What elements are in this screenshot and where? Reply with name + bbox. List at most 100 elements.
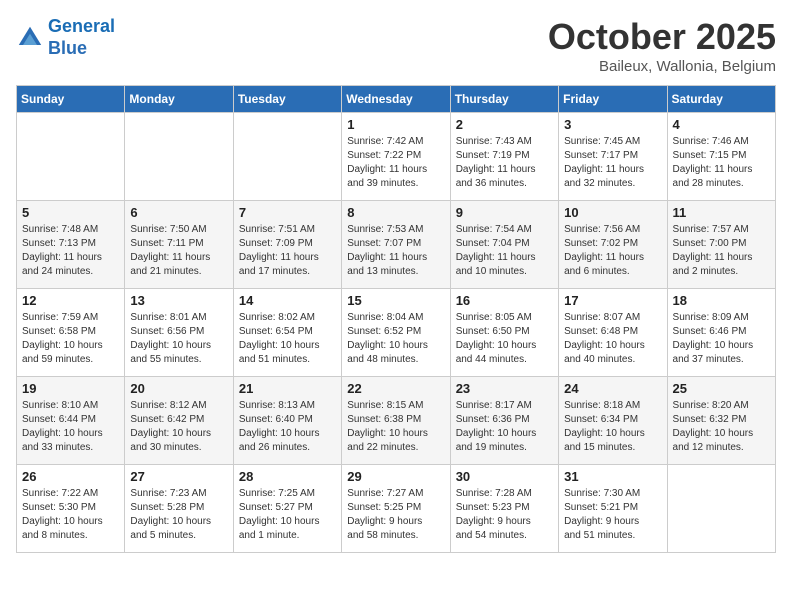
calendar-cell: 20 Sunrise: 8:12 AM Sunset: 6:42 PM Dayli… [125,377,233,465]
day-info: Sunrise: 7:46 AM Sunset: 7:15 PM Dayligh… [673,135,770,191]
calendar-cell: 17Sunrise: 8:07 AM Sunset: 6:48 PM Dayli… [559,289,667,377]
day-number: 5 [22,205,119,220]
calendar-cell: 14 Sunrise: 8:02 AM Sunset: 6:54 PM Dayli… [233,289,341,377]
day-number: 22 [347,381,444,396]
calendar-cell: 9 Sunrise: 7:54 AM Sunset: 7:04 PM Daylig… [450,201,558,289]
day-number: 10 [564,205,661,220]
calendar-cell: 13 Sunrise: 8:01 AM Sunset: 6:56 PM Dayli… [125,289,233,377]
calendar-cell: 2Sunrise: 7:43 AM Sunset: 7:19 PM Daylig… [450,113,558,201]
day-info: Sunrise: 8:18 AM Sunset: 6:34 PM Dayligh… [564,399,661,455]
calendar-cell: 30Sunrise: 7:28 AM Sunset: 5:23 PM Dayli… [450,465,558,553]
weekday-header: Tuesday [233,86,341,113]
calendar-cell: 25 Sunrise: 8:20 AM Sunset: 6:32 PM Dayli… [667,377,775,465]
calendar-cell: 5 Sunrise: 7:48 AM Sunset: 7:13 PM Daylig… [17,201,125,289]
calendar-cell: 18 Sunrise: 8:09 AM Sunset: 6:46 PM Dayli… [667,289,775,377]
weekday-header: Sunday [17,86,125,113]
weekday-header: Thursday [450,86,558,113]
weekday-header: Saturday [667,86,775,113]
day-info: Sunrise: 8:07 AM Sunset: 6:48 PM Dayligh… [564,311,661,367]
day-number: 27 [130,469,227,484]
day-info: Sunrise: 7:22 AM Sunset: 5:30 PM Dayligh… [22,487,119,543]
calendar-cell: 29Sunrise: 7:27 AM Sunset: 5:25 PM Dayli… [342,465,450,553]
day-number: 29 [347,469,444,484]
calendar-cell: 16Sunrise: 8:05 AM Sunset: 6:50 PM Dayli… [450,289,558,377]
day-info: Sunrise: 8:17 AM Sunset: 6:36 PM Dayligh… [456,399,553,455]
day-number: 24 [564,381,661,396]
day-info: Sunrise: 8:13 AM Sunset: 6:40 PM Dayligh… [239,399,336,455]
calendar-cell: 21 Sunrise: 8:13 AM Sunset: 6:40 PM Dayli… [233,377,341,465]
day-number: 20 [130,381,227,396]
weekday-header-row: SundayMondayTuesdayWednesdayThursdayFrid… [17,86,776,113]
day-info: Sunrise: 8:01 AM Sunset: 6:56 PM Dayligh… [130,311,227,367]
calendar-week-row: 5 Sunrise: 7:48 AM Sunset: 7:13 PM Daylig… [17,201,776,289]
calendar-cell: 19Sunrise: 8:10 AM Sunset: 6:44 PM Dayli… [17,377,125,465]
weekday-header: Friday [559,86,667,113]
day-number: 25 [673,381,770,396]
day-number: 28 [239,469,336,484]
logo: General Blue [16,16,115,59]
day-number: 26 [22,469,119,484]
day-number: 14 [239,293,336,308]
day-number: 7 [239,205,336,220]
calendar-cell: 22 Sunrise: 8:15 AM Sunset: 6:38 PM Dayli… [342,377,450,465]
calendar-week-row: 12 Sunrise: 7:59 AM Sunset: 6:58 PM Dayli… [17,289,776,377]
day-number: 31 [564,469,661,484]
calendar-week-row: 19Sunrise: 8:10 AM Sunset: 6:44 PM Dayli… [17,377,776,465]
day-number: 12 [22,293,119,308]
calendar-cell: 31 Sunrise: 7:30 AM Sunset: 5:21 PM Dayli… [559,465,667,553]
weekday-header: Wednesday [342,86,450,113]
calendar-cell [17,113,125,201]
day-number: 6 [130,205,227,220]
calendar-cell [233,113,341,201]
day-number: 4 [673,117,770,132]
day-number: 11 [673,205,770,220]
day-number: 13 [130,293,227,308]
day-number: 15 [347,293,444,308]
calendar-cell: 15 Sunrise: 8:04 AM Sunset: 6:52 PM Dayli… [342,289,450,377]
day-number: 9 [456,205,553,220]
day-info: Sunrise: 7:53 AM Sunset: 7:07 PM Dayligh… [347,223,444,279]
day-info: Sunrise: 7:50 AM Sunset: 7:11 PM Dayligh… [130,223,227,279]
calendar-cell: 4 Sunrise: 7:46 AM Sunset: 7:15 PM Daylig… [667,113,775,201]
day-info: Sunrise: 8:12 AM Sunset: 6:42 PM Dayligh… [130,399,227,455]
day-info: Sunrise: 8:05 AM Sunset: 6:50 PM Dayligh… [456,311,553,367]
day-info: Sunrise: 7:43 AM Sunset: 7:19 PM Dayligh… [456,135,553,191]
title-block: October 2025 Baileux, Wallonia, Belgium [548,16,776,75]
calendar-cell: 23Sunrise: 8:17 AM Sunset: 6:36 PM Dayli… [450,377,558,465]
day-number: 8 [347,205,444,220]
calendar-week-row: 26 Sunrise: 7:22 AM Sunset: 5:30 PM Dayli… [17,465,776,553]
calendar-cell: 27 Sunrise: 7:23 AM Sunset: 5:28 PM Dayli… [125,465,233,553]
day-info: Sunrise: 8:15 AM Sunset: 6:38 PM Dayligh… [347,399,444,455]
day-info: Sunrise: 8:20 AM Sunset: 6:32 PM Dayligh… [673,399,770,455]
day-number: 21 [239,381,336,396]
day-info: Sunrise: 8:02 AM Sunset: 6:54 PM Dayligh… [239,311,336,367]
calendar-week-row: 1Sunrise: 7:42 AM Sunset: 7:22 PM Daylig… [17,113,776,201]
calendar-cell: 11 Sunrise: 7:57 AM Sunset: 7:00 PM Dayli… [667,201,775,289]
day-info: Sunrise: 7:56 AM Sunset: 7:02 PM Dayligh… [564,223,661,279]
day-info: Sunrise: 7:23 AM Sunset: 5:28 PM Dayligh… [130,487,227,543]
calendar: SundayMondayTuesdayWednesdayThursdayFrid… [16,85,776,553]
day-info: Sunrise: 7:42 AM Sunset: 7:22 PM Dayligh… [347,135,444,191]
calendar-cell: 10 Sunrise: 7:56 AM Sunset: 7:02 PM Dayli… [559,201,667,289]
day-info: Sunrise: 7:48 AM Sunset: 7:13 PM Dayligh… [22,223,119,279]
day-info: Sunrise: 7:28 AM Sunset: 5:23 PM Dayligh… [456,487,553,543]
day-info: Sunrise: 7:30 AM Sunset: 5:21 PM Dayligh… [564,487,661,543]
calendar-cell: 24 Sunrise: 8:18 AM Sunset: 6:34 PM Dayli… [559,377,667,465]
month-title: October 2025 [548,16,776,58]
day-info: Sunrise: 7:57 AM Sunset: 7:00 PM Dayligh… [673,223,770,279]
location: Baileux, Wallonia, Belgium [548,58,776,75]
day-number: 18 [673,293,770,308]
page-header: General Blue October 2025 Baileux, Wallo… [16,16,776,75]
calendar-cell: 26 Sunrise: 7:22 AM Sunset: 5:30 PM Dayli… [17,465,125,553]
calendar-cell: 7Sunrise: 7:51 AM Sunset: 7:09 PM Daylig… [233,201,341,289]
calendar-cell: 6 Sunrise: 7:50 AM Sunset: 7:11 PM Daylig… [125,201,233,289]
calendar-cell: 1Sunrise: 7:42 AM Sunset: 7:22 PM Daylig… [342,113,450,201]
day-info: Sunrise: 7:54 AM Sunset: 7:04 PM Dayligh… [456,223,553,279]
day-info: Sunrise: 8:10 AM Sunset: 6:44 PM Dayligh… [22,399,119,455]
calendar-cell [125,113,233,201]
day-number: 3 [564,117,661,132]
day-info: Sunrise: 8:09 AM Sunset: 6:46 PM Dayligh… [673,311,770,367]
weekday-header: Monday [125,86,233,113]
day-info: Sunrise: 7:59 AM Sunset: 6:58 PM Dayligh… [22,311,119,367]
day-info: Sunrise: 8:04 AM Sunset: 6:52 PM Dayligh… [347,311,444,367]
